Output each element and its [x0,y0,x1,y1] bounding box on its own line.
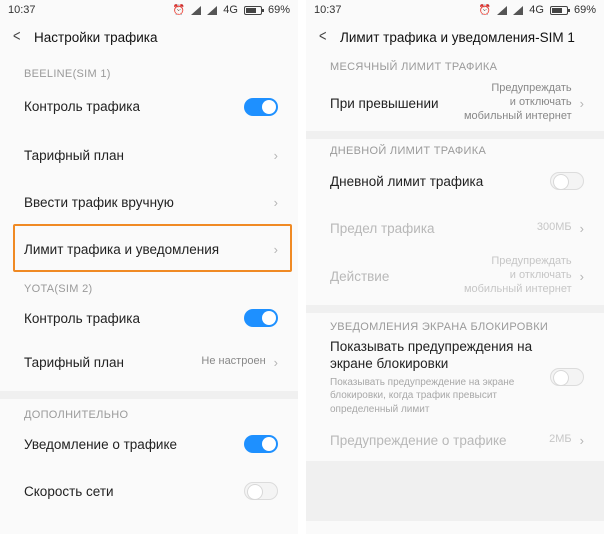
section-lock-screen: УВЕДОМЛЕНИЯ ЭКРАНА БЛОКИРОВКИ [330,321,549,333]
traffic-notification-toggle[interactable] [244,435,278,453]
divider [306,461,604,521]
row-label: При превышении [330,95,439,111]
signal-icon [207,5,218,15]
row-label: Скорость сети [24,483,114,499]
section-extra: ДОПОЛНИТЕЛЬНО [24,409,129,421]
row-label: Показывать предупреждения на экране блок… [330,338,533,372]
section-sim1: BEELINE(SIM 1) [24,68,111,80]
status-bar: 10:37 ⏰ 4G 69% [306,0,604,20]
divider [0,391,298,399]
battery-percent: 69% [573,4,596,16]
status-bar: 10:37 ⏰ 4G 69% [0,0,298,20]
alarm-icon: ⏰ [172,4,186,16]
row-action[interactable]: Действие Предупреждать и отключать мобил… [306,253,604,299]
signal-icon [497,5,508,15]
page-title: Лимит трафика и уведомления-SIM 1 [340,29,575,45]
right-screen: 10:37 ⏰ 4G 69% < Лимит трафика и уведомл… [306,0,604,534]
signal-icon [513,5,524,15]
network-type: 4G [223,4,238,16]
row-manual-traffic[interactable]: Ввести трафик вручную › [0,179,298,225]
back-arrow-icon[interactable]: < [319,28,327,46]
row-label: Предупреждение о трафике [330,432,507,448]
section-sim2: YOTA(SIM 2) [24,283,93,295]
page-title: Настройки трафика [34,29,158,45]
row-tariff-plan-sim2[interactable]: Тарифный план Не настроен › [0,339,298,385]
chevron-right-icon: › [579,268,584,284]
chevron-right-icon: › [273,354,278,370]
highlight-frame [13,224,292,272]
daily-limit-toggle[interactable] [550,172,584,190]
chevron-right-icon: › [579,220,584,236]
traffic-warning-value: 2МБ [549,433,572,446]
divider [306,305,604,313]
row-label: Контроль трафика [24,310,140,326]
signal-icon [191,5,202,15]
left-screen: 10:37 ⏰ 4G 69% < Настройки трафика BEELI… [0,0,298,534]
row-network-speed[interactable]: Скорость сети [0,465,298,517]
network-type: 4G [529,4,544,16]
lock-screen-toggle[interactable] [550,368,584,386]
row-traffic-control-sim1[interactable]: Контроль трафика [0,82,298,131]
row-traffic-control-sim2[interactable]: Контроль трафика [0,297,298,339]
row-label: Дневной лимит трафика [330,173,484,189]
status-time: 10:37 [8,4,36,16]
row-label: Тарифный план [24,354,124,370]
row-label: Ввести трафик вручную [24,194,174,210]
status-time: 10:37 [314,4,342,16]
section-monthly-limit: МЕСЯЧНЫЙ ЛИМИТ ТРАФИКА [330,61,498,73]
chevron-right-icon: › [579,432,584,448]
row-on-exceed[interactable]: При превышении Предупреждать и отключать… [306,75,604,131]
traffic-cap-value: 300МБ [536,221,572,234]
row-label: Контроль трафика [24,99,140,114]
row-description: Показывать предупреждение на экране блок… [330,376,515,415]
chevron-right-icon: › [273,194,278,210]
title-bar: < Лимит трафика и уведомления-SIM 1 [306,20,604,54]
row-label: Тарифный план [24,147,124,163]
battery-percent: 69% [267,4,290,16]
row-label: Уведомление о трафике [24,436,178,452]
row-label: Предел трафика [330,220,435,236]
row-lock-screen-warnings[interactable]: Показывать предупреждения на экране блок… [306,335,604,419]
tariff-value: Не настроен [201,355,266,368]
title-bar: < Настройки трафика [0,20,298,54]
row-traffic-cap[interactable]: Предел трафика 300МБ › [306,203,604,253]
section-daily-limit: ДНЕВНОЙ ЛИМИТ ТРАФИКА [330,145,487,157]
battery-icon [549,5,570,15]
alarm-icon: ⏰ [478,4,492,16]
row-traffic-notification[interactable]: Уведомление о трафике [0,423,298,465]
action-value: Предупреждать и отключать мобильный инте… [463,255,572,295]
battery-icon [243,5,264,15]
row-daily-limit[interactable]: Дневной лимит трафика [306,159,604,203]
row-traffic-warning[interactable]: Предупреждение о трафике 2МБ › [306,419,604,461]
chevron-right-icon: › [273,147,278,163]
chevron-right-icon: › [579,95,584,111]
exceed-value: Предупреждать и отключать мобильный инте… [463,82,572,122]
network-speed-toggle[interactable] [244,482,278,500]
traffic-control-toggle[interactable] [244,309,278,327]
row-label: Действие [330,268,390,284]
traffic-control-toggle[interactable] [244,97,278,116]
row-tariff-plan-sim1[interactable]: Тарифный план › [0,131,298,179]
divider [306,131,604,139]
back-arrow-icon[interactable]: < [13,28,21,46]
